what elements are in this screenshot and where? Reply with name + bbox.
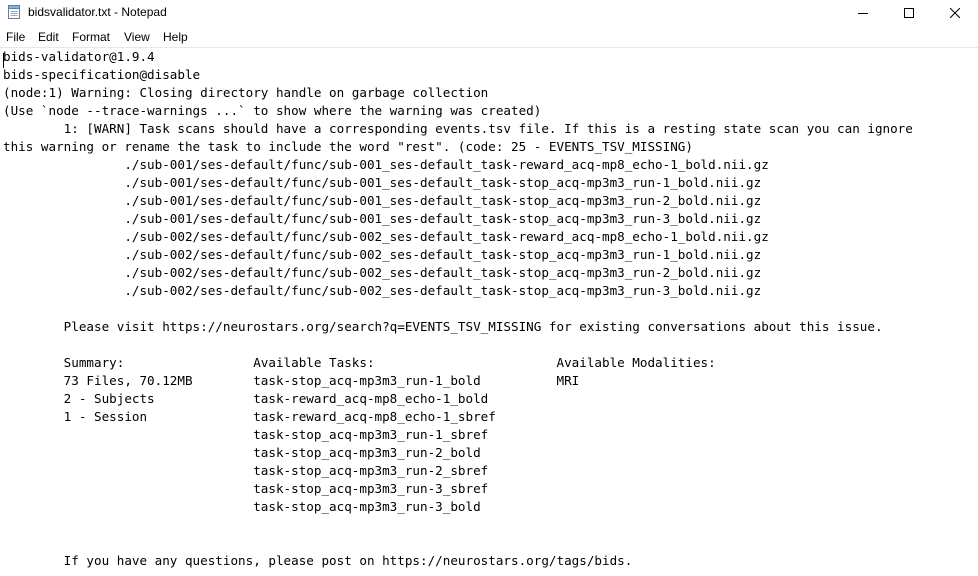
text-line: task-stop_acq-mp3m3_run-2_bold: [3, 445, 481, 460]
text-line: Please visit https://neurostars.org/sear…: [3, 319, 883, 334]
text-line: ./sub-002/ses-default/func/sub-002_ses-d…: [3, 247, 762, 262]
notepad-window: bidsvalidator.txt - Notepad File Edit Fo…: [0, 0, 978, 576]
close-icon: [950, 7, 960, 18]
close-button[interactable]: [932, 0, 978, 25]
text-line: ./sub-001/ses-default/func/sub-001_ses-d…: [3, 175, 762, 190]
text-line: this warning or rename the task to inclu…: [3, 139, 693, 154]
text-line: Summary: Available Tasks: Available Moda…: [3, 355, 716, 370]
text-line: ./sub-001/ses-default/func/sub-001_ses-d…: [3, 211, 762, 226]
window-title: bidsvalidator.txt - Notepad: [28, 5, 167, 19]
notepad-icon: [8, 5, 20, 19]
title-bar[interactable]: bidsvalidator.txt - Notepad: [0, 0, 978, 25]
text-line: 2 - Subjects task-reward_acq-mp8_echo-1_…: [3, 391, 489, 406]
text-line: 73 Files, 70.12MB task-stop_acq-mp3m3_ru…: [3, 373, 580, 388]
maximize-icon: [904, 7, 914, 18]
text-line: ./sub-001/ses-default/func/sub-001_ses-d…: [3, 193, 762, 208]
menu-file[interactable]: File: [6, 30, 25, 44]
text-line: bids-validator@1.9.4: [3, 49, 155, 64]
minimize-icon: [858, 8, 868, 18]
text-line: task-stop_acq-mp3m3_run-2_sbref: [3, 463, 489, 478]
text-line: ./sub-001/ses-default/func/sub-001_ses-d…: [3, 157, 769, 172]
text-line: ./sub-002/ses-default/func/sub-002_ses-d…: [3, 229, 769, 244]
text-line: (Use `node --trace-warnings ...` to show…: [3, 103, 542, 118]
text-line: 1: [WARN] Task scans should have a corre…: [3, 121, 913, 136]
text-line: If you have any questions, please post o…: [3, 553, 633, 568]
text-line: task-stop_acq-mp3m3_run-3_bold: [3, 499, 481, 514]
menu-edit[interactable]: Edit: [38, 30, 59, 44]
menu-view[interactable]: View: [124, 30, 150, 44]
text-line: task-stop_acq-mp3m3_run-3_sbref: [3, 481, 489, 496]
text-line: bids-specification@disable: [3, 67, 201, 82]
text-line: ./sub-002/ses-default/func/sub-002_ses-d…: [3, 265, 762, 280]
text-line: 1 - Session task-reward_acq-mp8_echo-1_s…: [3, 409, 496, 424]
text-line: (node:1) Warning: Closing directory hand…: [3, 85, 489, 100]
menu-bar: File Edit Format View Help: [0, 27, 978, 46]
text-line: task-stop_acq-mp3m3_run-1_sbref: [3, 427, 489, 442]
text-line: ./sub-002/ses-default/func/sub-002_ses-d…: [3, 283, 762, 298]
menu-help[interactable]: Help: [163, 30, 188, 44]
maximize-button[interactable]: [886, 0, 932, 25]
text-editor[interactable]: bids-validator@1.9.4 bids-specification@…: [0, 47, 978, 576]
minimize-button[interactable]: [840, 0, 886, 25]
menu-format[interactable]: Format: [72, 30, 110, 44]
